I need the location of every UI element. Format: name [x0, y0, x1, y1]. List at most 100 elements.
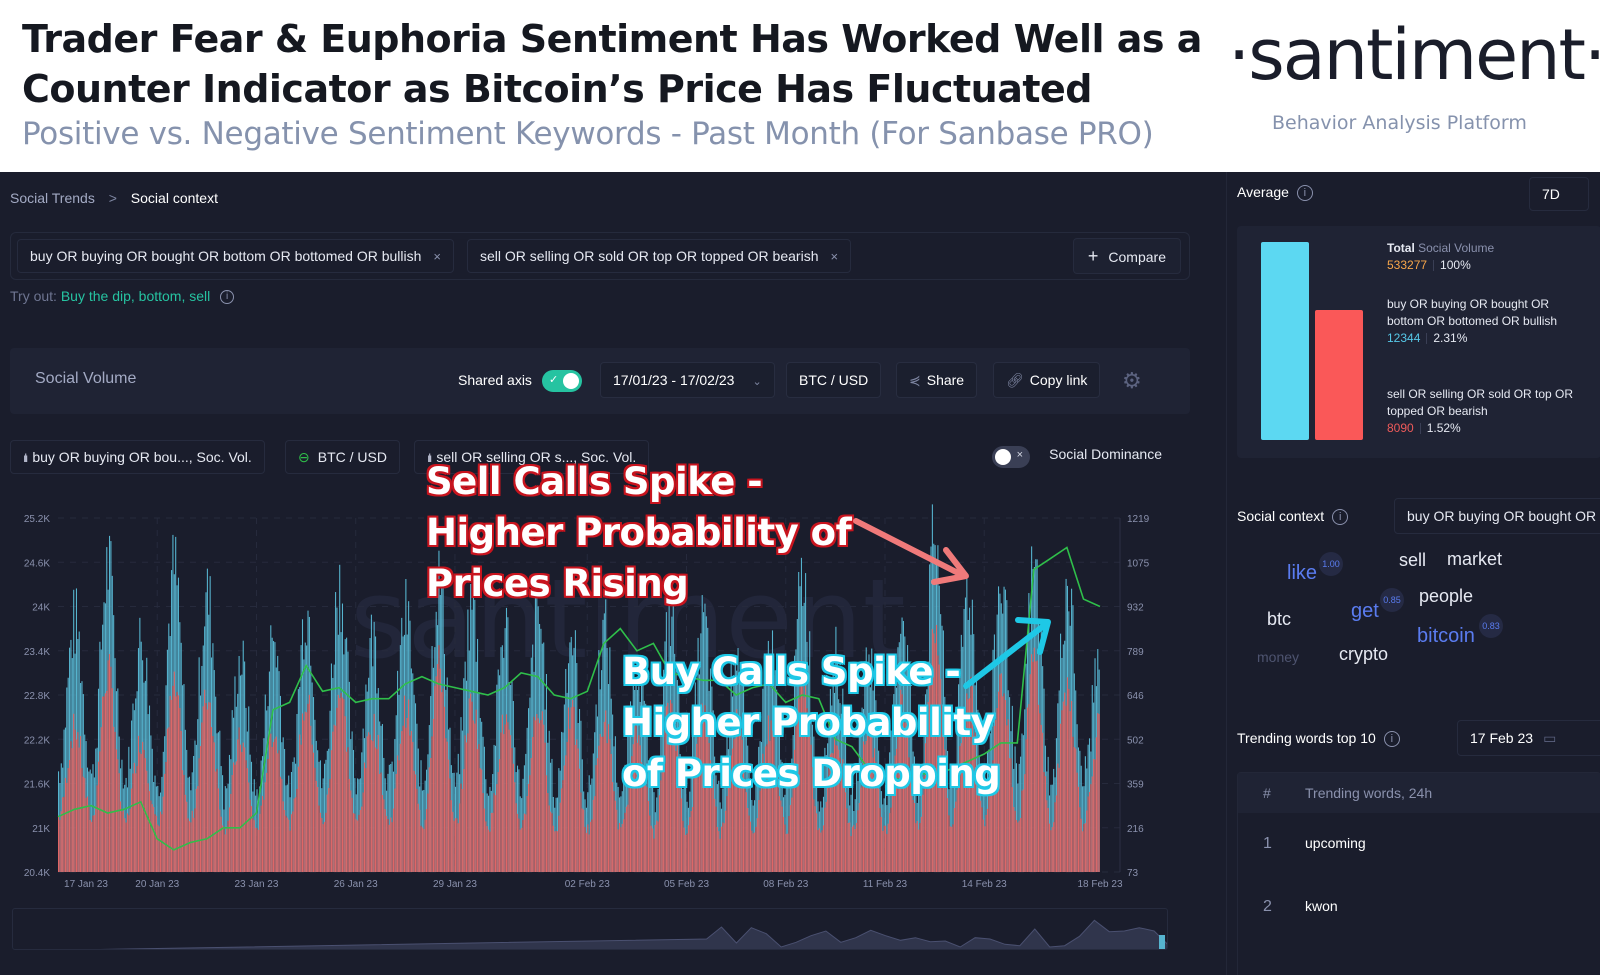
- bar-sell: [421, 827, 423, 872]
- y-tick-left: 21K: [32, 824, 50, 835]
- info-icon[interactable]: i: [1296, 185, 1313, 202]
- cloud-word[interactable]: btc: [1267, 609, 1291, 630]
- headline-line-1: Trader Fear & Euphoria Sentiment Has Wor…: [22, 17, 1202, 61]
- bar-sell: [456, 818, 458, 872]
- sell-calls-annotation: Sell Calls Spike - Higher Probability of…: [426, 456, 852, 609]
- keyword-chip-buy[interactable]: buy OR buying OR bought OR bottom OR bot…: [17, 239, 454, 273]
- bar-sell: [354, 813, 356, 872]
- bar-sell: [607, 724, 610, 872]
- trending-word[interactable]: kwon: [1305, 898, 1338, 914]
- try-out-links[interactable]: Buy the dip, bottom, sell: [61, 288, 210, 304]
- pair-selector[interactable]: BTC / USD: [786, 362, 882, 398]
- breadcrumb-social-trends[interactable]: Social Trends: [10, 190, 95, 206]
- bar-sell: [266, 772, 268, 872]
- bar-sell: [314, 767, 316, 872]
- cloud-word[interactable]: people: [1419, 586, 1473, 607]
- trending-date-picker[interactable]: 17 Feb 23 ▭: [1457, 720, 1600, 756]
- bar-sell: [226, 826, 228, 872]
- bar-sell: [169, 695, 171, 872]
- bar-sell: [782, 816, 785, 872]
- cloud-word[interactable]: sell: [1399, 550, 1426, 571]
- navigator-handle[interactable]: [1159, 935, 1165, 950]
- gear-icon[interactable]: ⚙: [1122, 368, 1142, 394]
- bar-sell: [519, 829, 521, 872]
- keyword-search-input[interactable]: buy OR buying OR bought OR bottom OR bot…: [10, 232, 1190, 280]
- average-title-label: Average: [1237, 184, 1289, 200]
- table-row[interactable]: 2 kwon: [1238, 876, 1600, 939]
- bar-sell: [129, 809, 131, 872]
- date-range-picker[interactable]: 17/01/23 - 17/02/23 ⌄: [600, 362, 775, 398]
- bar-sell: [504, 724, 506, 872]
- bar-sell: [322, 824, 324, 872]
- social-context-selector[interactable]: buy OR buying OR bought OR bottom OR bot…: [1394, 498, 1600, 534]
- bar-sell: [337, 694, 339, 872]
- info-icon[interactable]: i: [220, 290, 235, 305]
- bar-sell: [1040, 724, 1042, 872]
- bar-sell: [308, 694, 310, 872]
- bar-sell: [147, 783, 149, 872]
- bar-sell: [114, 731, 116, 872]
- info-icon[interactable]: i: [1383, 731, 1400, 748]
- bar-sell: [97, 761, 100, 872]
- cloud-word[interactable]: bitcoin: [1417, 625, 1475, 648]
- bar-sell: [845, 792, 847, 872]
- bar-sell: [108, 654, 111, 872]
- bar-sell: [680, 798, 683, 872]
- bar-sell: [95, 806, 97, 872]
- cloud-word[interactable]: market: [1447, 549, 1502, 570]
- bar-sell: [186, 801, 188, 872]
- bar-sell: [106, 690, 108, 872]
- bar-sell: [647, 800, 649, 872]
- bar-sell: [587, 824, 589, 872]
- bar-sell: [1066, 677, 1068, 872]
- bar-sell: [261, 795, 264, 872]
- cloud-word[interactable]: get: [1351, 600, 1379, 623]
- sanbase-app: Social Trends > Social context buy OR bu…: [0, 172, 1600, 975]
- bar-sell: [689, 817, 691, 872]
- y-tick-right: 502: [1127, 735, 1144, 746]
- bar-sell: [58, 816, 60, 872]
- cloud-word[interactable]: like: [1287, 562, 1317, 585]
- compare-button[interactable]: + Compare: [1072, 238, 1181, 274]
- share-button[interactable]: ⋞ Share: [896, 362, 978, 398]
- legend-item-buy[interactable]: ılı buy OR buying OR bou..., Soc. Vol.: [10, 440, 265, 474]
- bar-sell: [1054, 802, 1056, 872]
- cloud-word[interactable]: crypto: [1339, 644, 1388, 665]
- bar-sell: [596, 758, 598, 872]
- bar-sell: [555, 830, 557, 872]
- trending-word[interactable]: upcoming: [1305, 835, 1366, 851]
- bar-sell: [468, 698, 470, 872]
- bar-sell: [685, 835, 687, 872]
- bar-sell: [151, 804, 153, 872]
- bar-sell: [486, 826, 488, 872]
- info-icon[interactable]: i: [1332, 509, 1349, 526]
- bar-sell: [350, 790, 352, 872]
- period-selector[interactable]: 7D: [1529, 177, 1589, 211]
- chart-navigator[interactable]: [12, 908, 1168, 950]
- rank: 1: [1263, 835, 1272, 852]
- social-dominance-toggle[interactable]: ×: [992, 446, 1030, 468]
- legend-item-btc[interactable]: ⊖ BTC / USD: [285, 440, 400, 474]
- bar-sell: [410, 730, 412, 872]
- bar-sell: [324, 821, 326, 872]
- bar-sell: [285, 815, 287, 872]
- pair-value: BTC / USD: [799, 372, 869, 388]
- copy-link-button[interactable]: 🔗︎ Copy link: [993, 362, 1101, 398]
- bar-sell: [682, 820, 684, 872]
- bar-sell: [62, 797, 64, 872]
- shared-axis-toggle[interactable]: ✓: [542, 370, 582, 392]
- bar-sell: [1053, 822, 1055, 872]
- bar-sell: [268, 730, 270, 872]
- cloud-word[interactable]: money: [1257, 649, 1299, 665]
- bar-sell: [481, 769, 483, 872]
- bar-sell: [177, 695, 179, 872]
- bar-sell: [1013, 807, 1015, 872]
- close-icon[interactable]: ×: [433, 249, 441, 264]
- bar-sell: [1028, 704, 1030, 872]
- bar-sell: [205, 703, 207, 872]
- bar-sell: [981, 807, 983, 872]
- keyword-chip-sell[interactable]: sell OR selling OR sold OR top OR topped…: [467, 239, 852, 273]
- subheadline: Positive vs. Negative Sentiment Keywords…: [22, 116, 1154, 152]
- table-row[interactable]: 1 upcoming: [1238, 813, 1600, 876]
- close-icon[interactable]: ×: [830, 249, 838, 264]
